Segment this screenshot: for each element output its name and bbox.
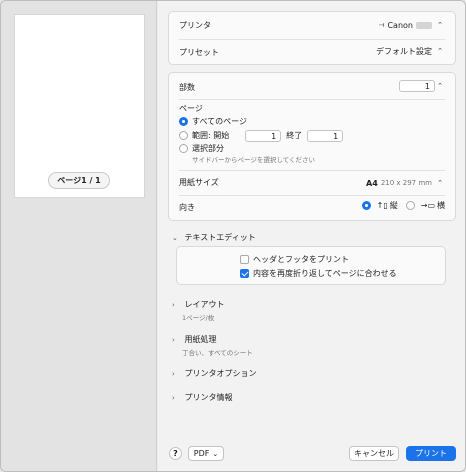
print-dialog: ページ1 / 1 プリンタ ⟞ Canon ⌃ プリセット デフォルト設定 ⌃ [0, 0, 466, 472]
disclosure-closed-icon: › [172, 301, 175, 309]
settings-panel: プリンタ ⟞ Canon ⌃ プリセット デフォルト設定 ⌃ 部数 1 ⌃ ペー… [158, 1, 465, 471]
divider [179, 39, 445, 40]
section-subtitle: 丁合い、すべてのシート [182, 349, 253, 357]
textedit-section-header[interactable]: ⌄ テキストエディット [172, 232, 256, 243]
selection-label: 選択部分 [192, 144, 224, 153]
rewrap-option[interactable]: 内容を再度折り返してページに合わせる [240, 268, 435, 279]
section-layout[interactable]: › レイアウト [172, 299, 225, 310]
range-to-field[interactable]: 1 [307, 129, 344, 142]
page-preview[interactable] [14, 14, 145, 198]
preset-value: デフォルト設定 [376, 46, 432, 56]
rewrap-label: 内容を再度折り返してページに合わせる [253, 269, 397, 278]
print-settings-card: 部数 1 ⌃ ページ すべてのページ 範囲: 開始 1 終了 1 選択部分 サイ… [168, 72, 456, 221]
selection-hint: サイドバーからページを選択してください [192, 156, 315, 164]
print-button[interactable]: プリント [406, 446, 456, 461]
header-footer-checkbox[interactable] [240, 255, 249, 264]
updown-chevron-icon: ⌃ [437, 21, 443, 29]
orientation-label: 向き [179, 202, 195, 212]
printer-value: Canon [387, 20, 413, 30]
printer-popup[interactable]: ⟞ Canon ⌃ [379, 19, 445, 31]
radio-portrait[interactable] [361, 201, 371, 210]
section-title: レイアウト [184, 300, 225, 309]
section-paper-handling[interactable]: › 用紙処理 [172, 334, 217, 345]
pages-label: ページ [179, 104, 203, 113]
section-title: プリンタオプション [184, 369, 257, 378]
preview-sidebar: ページ1 / 1 [1, 1, 157, 471]
copies-field[interactable]: 1 [399, 80, 435, 92]
radio-all-pages[interactable] [179, 117, 188, 126]
section-title: 用紙処理 [184, 335, 217, 344]
paper-size-popup[interactable]: A4 210 x 297 mm ⌃ [366, 177, 445, 189]
printer-name-redacted [416, 21, 432, 29]
landscape-icon: →▭ [420, 201, 435, 210]
disclosure-open-icon: ⌄ [172, 234, 178, 242]
copies-stepper[interactable]: 1 ⌃ [399, 80, 445, 92]
updown-chevron-icon: ⌃ [437, 179, 443, 187]
radio-page-range[interactable] [179, 131, 188, 140]
textedit-title: テキストエディット [184, 233, 256, 242]
landscape-label: 横 [437, 201, 445, 210]
portrait-label: 縦 [389, 201, 398, 210]
section-title: プリンタ情報 [184, 393, 233, 402]
range-from-field[interactable]: 1 [245, 129, 282, 142]
printer-label: プリンタ [179, 20, 211, 30]
cancel-button[interactable]: キャンセル [349, 446, 399, 461]
portrait-icon: ↑▯ [376, 201, 388, 210]
pdf-label: PDF [193, 449, 210, 458]
pages-range-option[interactable]: 範囲: 開始 1 終了 1 [179, 129, 445, 142]
range-label: 範囲: 開始 [192, 131, 230, 140]
header-footer-option[interactable]: ヘッダとフッタをプリント [240, 254, 435, 265]
paper-size-dimensions: 210 x 297 mm [380, 179, 432, 187]
orientation-options: ↑▯ 縦 →▭ 横 [361, 200, 445, 211]
disclosure-closed-icon: › [172, 394, 175, 402]
paper-size-value: A4 [366, 178, 378, 188]
textedit-options-card: ヘッダとフッタをプリント 内容を再度折り返してページに合わせる [176, 246, 446, 285]
preset-popup[interactable]: デフォルト設定 ⌃ [376, 45, 445, 57]
rewrap-checkbox[interactable] [240, 269, 249, 278]
divider [179, 170, 445, 171]
disclosure-closed-icon: › [172, 336, 175, 344]
pages-selection-option[interactable]: 選択部分 [179, 143, 445, 154]
help-button[interactable]: ? [169, 447, 182, 460]
stepper-arrows-icon[interactable]: ⌃ [435, 80, 445, 92]
pdf-menu-button[interactable]: PDF ⌄ [188, 446, 224, 461]
divider [179, 99, 445, 100]
radio-selection[interactable] [179, 144, 188, 153]
disclosure-closed-icon: › [172, 370, 175, 378]
range-to-label: 終了 [286, 131, 303, 140]
copies-label: 部数 [179, 82, 195, 92]
section-printer-info[interactable]: › プリンタ情報 [172, 392, 233, 403]
all-pages-label: すべてのページ [192, 117, 247, 126]
header-footer-label: ヘッダとフッタをプリント [253, 255, 349, 264]
page-indicator: ページ1 / 1 [48, 172, 110, 189]
section-subtitle: 1ページ/枚 [182, 314, 215, 322]
chevron-down-icon: ⌄ [212, 449, 219, 458]
divider [179, 195, 445, 196]
preset-label: プリセット [179, 47, 219, 57]
section-printer-options[interactable]: › プリンタオプション [172, 368, 257, 379]
pages-all-option[interactable]: すべてのページ [179, 116, 445, 127]
radio-landscape[interactable] [405, 201, 415, 210]
printer-preset-card: プリンタ ⟞ Canon ⌃ プリセット デフォルト設定 ⌃ [168, 11, 456, 65]
printer-icon: ⟞ [378, 20, 385, 29]
paper-size-label: 用紙サイズ [179, 178, 219, 187]
updown-chevron-icon: ⌃ [437, 47, 443, 55]
